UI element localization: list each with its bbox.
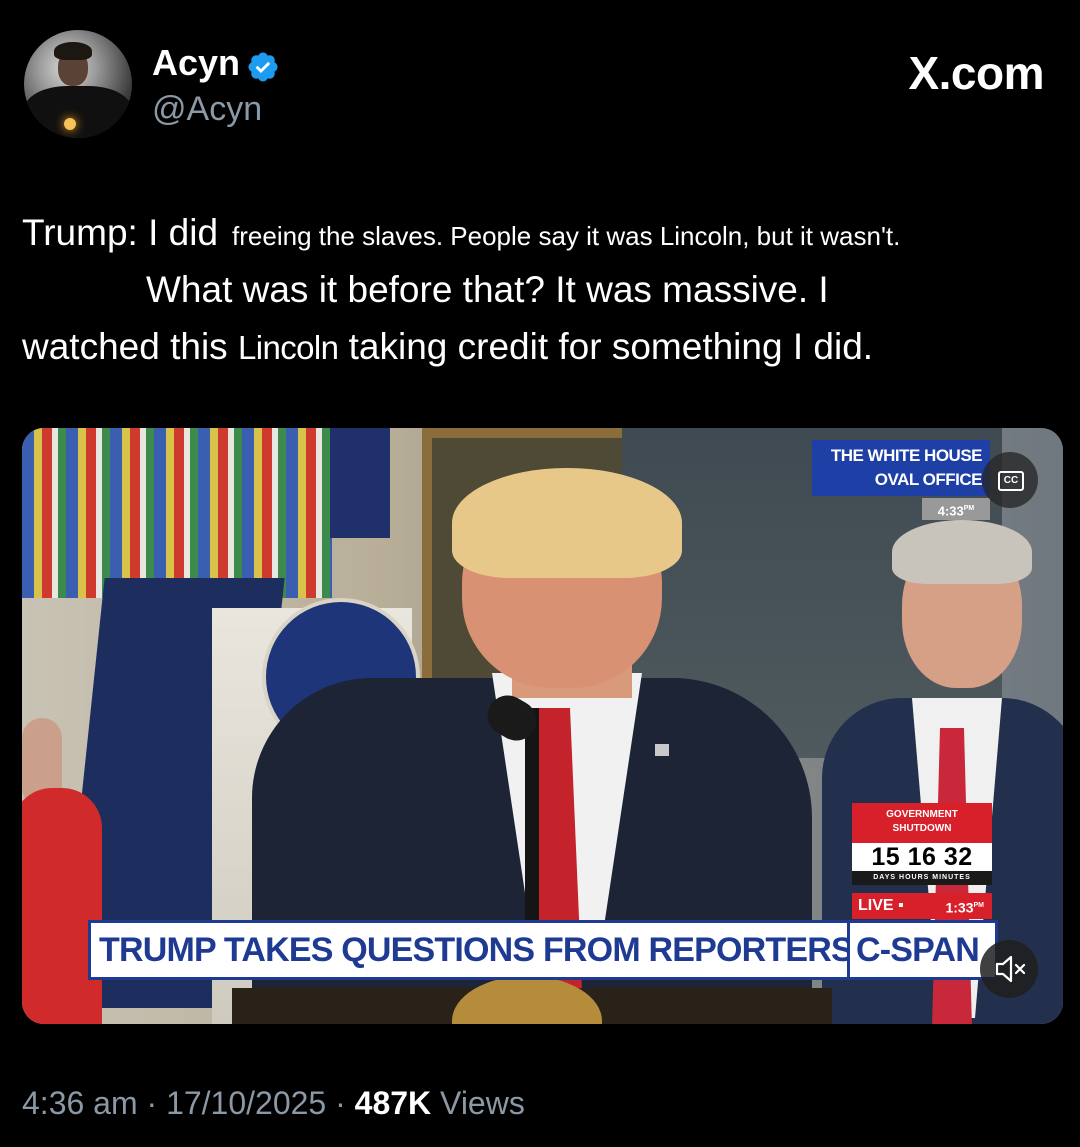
shutdown-days: 15 [871,843,901,871]
live-time-value: 1:33 [945,899,974,916]
post-date[interactable]: 17/10/2025 [166,1085,326,1121]
location-bug: THE WHITE HOUSE OVAL OFFICE [812,440,990,496]
avatar[interactable] [24,30,132,138]
shutdown-units: DAYS HOURS MINUTES [852,871,992,885]
shutdown-hours: 16 [907,843,937,871]
shutdown-label: GOVERNMENT SHUTDOWN [852,803,992,843]
video-player[interactable]: THE WHITE HOUSE OVAL OFFICE 4:33PM CC GO… [22,428,1063,1024]
flag-pin [655,744,669,756]
local-time-suffix: PM [963,505,975,512]
tweet-line-3: watched this Lincoln taking credit for s… [22,318,873,376]
brand-watermark: X.com [908,47,1044,99]
headline-banner: TRUMP TAKES QUESTIONS FROM REPORTERS [88,920,854,980]
captions-icon: CC [998,471,1024,491]
live-label: LIVE [858,897,894,914]
tweet-line-1: Trump: I did freeing the slaves. People s… [22,204,900,265]
mute-button[interactable] [980,940,1038,998]
network-name: C-SPAN [856,931,980,969]
tweet-line-3-suffix: taking credit for something I did. [348,326,874,367]
live-time-suffix: PM [973,902,985,909]
avatar-shirt [24,86,132,138]
tweet-line-2: What was it before that? It was massive.… [146,269,829,310]
headline-text: TRUMP TAKES QUESTIONS FROM REPORTERS [99,931,854,969]
location-line-1: THE WHITE HOUSE [830,446,983,465]
meta-separator: · [146,1085,158,1121]
post-time[interactable]: 4:36 am [22,1085,138,1121]
avatar-hair [54,42,92,60]
speaker-hair [452,468,682,578]
flag-stars [330,428,390,538]
flag-streamers [22,428,332,598]
tweet-line-3-name: Lincoln [237,329,339,366]
network-logo: C-SPAN [850,920,998,980]
shutdown-label-line-1: GOVERNMENT [886,809,958,820]
location-line-2: OVAL OFFICE [874,470,983,489]
display-name[interactable]: Acyn [152,42,240,84]
person-right-hair [892,520,1032,584]
live-time: 1:33PM [945,893,984,921]
unit-minutes: MINUTES [932,874,971,881]
views-label: Views [440,1085,525,1121]
views-count: 487K [354,1085,432,1121]
unit-hours: HOURS [899,874,930,881]
tweet-card: Acyn @Acyn X.com Trump: I did freeing the… [0,0,1080,1147]
shutdown-minutes: 32 [943,843,973,871]
captions-button[interactable]: CC [982,452,1038,508]
verified-badge-icon [248,52,278,82]
local-time-value: 4:33 [937,503,964,519]
tweet-line-1-caption: freeing the slaves. People say it was Li… [232,221,901,251]
meta-separator: · [335,1085,346,1121]
tweet-meta: 4:36 am · 17/10/2025 · 487K Views [22,1082,525,1124]
unit-days: DAYS [873,874,897,881]
shutdown-counter: 15 16 32 [852,843,992,871]
tweet-line-1-main: Trump: I did [22,212,219,253]
user-handle[interactable]: @Acyn [152,88,262,130]
tweet-line-3-prefix: watched this [22,326,228,367]
person-left [22,788,102,1024]
avatar-light [64,118,76,130]
live-indicator: LIVE ▪ 1:33PM [852,893,992,919]
local-time: 4:33PM [922,498,990,520]
volume-muted-icon [995,955,1026,983]
shutdown-label-line-2: SHUTDOWN [892,823,952,834]
